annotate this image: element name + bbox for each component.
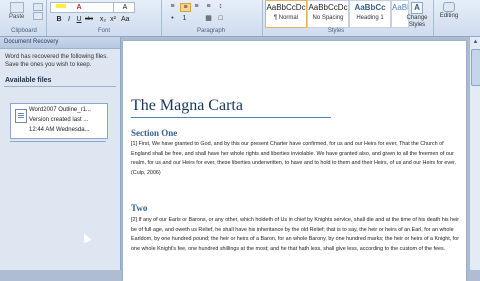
- section-heading: Section One: [131, 128, 178, 138]
- file-version: Version created last ...: [29, 117, 89, 123]
- group-label-paragraph: Paragraph: [196, 28, 226, 34]
- section-paragraph: [2] If any of our Earls or Barons, or an…: [131, 217, 460, 252]
- bullets-button[interactable]: •: [168, 15, 177, 23]
- style-sample: AaBbCcDc: [266, 3, 306, 12]
- strikethrough-button[interactable]: abc: [84, 15, 94, 24]
- align-left-button[interactable]: ≡: [168, 3, 177, 11]
- style-heading-1[interactable]: AaBbCc Heading 1: [349, 0, 391, 28]
- document-page[interactable]: The Magna Carta Section One [1] First, W…: [123, 41, 466, 281]
- mouse-pointer-icon: [80, 231, 92, 244]
- italic-button[interactable]: I: [64, 15, 74, 24]
- pane-title: Document Recovery: [0, 37, 120, 49]
- align-center-button[interactable]: ≡: [180, 3, 191, 12]
- group-separator: [161, 0, 162, 36]
- style-normal[interactable]: AaBbCcDc ¶ Normal: [265, 0, 307, 28]
- recovered-file-item[interactable]: Word2007 Outline_r1... Version created l…: [10, 103, 108, 139]
- font-color-button[interactable]: A: [74, 3, 84, 12]
- change-styles-label: Change Styles: [406, 15, 428, 28]
- line-spacing-button[interactable]: ↕: [216, 3, 225, 11]
- editing-label: Editing: [439, 13, 459, 19]
- cut-icon[interactable]: [33, 3, 43, 11]
- borders-button[interactable]: □: [216, 15, 225, 23]
- bold-button[interactable]: B: [54, 15, 64, 24]
- change-styles-icon: A: [411, 2, 423, 14]
- document-icon: [15, 109, 27, 123]
- recovery-message: Word has recovered the following files. …: [5, 54, 108, 68]
- change-styles-button[interactable]: A Change Styles: [404, 0, 430, 29]
- scroll-thumb[interactable]: [471, 49, 480, 86]
- document-area: The Magna Carta Section One [1] First, W…: [121, 37, 469, 281]
- shading-button[interactable]: ▦: [204, 15, 213, 23]
- group-label-font: Font: [97, 28, 110, 34]
- group-label-clipboard: Clipboard: [11, 28, 37, 34]
- available-files-label: Available files: [5, 77, 52, 84]
- section-paragraph: [1] First, We have granted to God, and b…: [131, 141, 457, 176]
- title-underline: [131, 117, 331, 118]
- style-no-spacing[interactable]: AaBbCcDc No Spacing: [307, 0, 349, 28]
- binoculars-icon: [443, 2, 455, 12]
- editing-button[interactable]: Editing: [436, 0, 462, 19]
- vertical-scrollbar[interactable]: ▲: [469, 37, 480, 270]
- group-separator: [262, 0, 263, 36]
- change-case-button[interactable]: Aa: [120, 15, 131, 24]
- group-label-styles: Styles: [327, 28, 345, 34]
- divider: [4, 86, 116, 87]
- align-right-button[interactable]: ≡: [192, 3, 201, 11]
- style-name: ¶ Normal: [273, 15, 299, 21]
- numbering-button[interactable]: 1: [180, 15, 189, 23]
- style-name: No Spacing: [312, 15, 344, 21]
- justify-button[interactable]: ≡: [204, 3, 213, 11]
- group-separator: [433, 0, 434, 36]
- group-separator: [46, 0, 47, 36]
- file-timestamp: 12:44 AM Wednesda...: [29, 127, 90, 133]
- underline-button[interactable]: U: [74, 15, 84, 24]
- style-sample: AaBbCc: [354, 3, 386, 12]
- highlight-button[interactable]: [56, 4, 66, 8]
- paste-icon[interactable]: [10, 2, 24, 13]
- document-title: The Magna Carta: [131, 97, 243, 114]
- grow-font-button[interactable]: A: [120, 3, 130, 12]
- superscript-button[interactable]: x²: [108, 15, 118, 24]
- document-recovery-pane: Document Recovery Word has recovered the…: [0, 37, 121, 270]
- ribbon: Paste Clipboard B I U abc x₂ x² Aa A A F…: [0, 0, 480, 37]
- divider: [10, 141, 106, 142]
- file-name: Word2007 Outline_r1...: [29, 107, 91, 113]
- paste-button[interactable]: Paste: [9, 14, 24, 20]
- style-name: Heading 1: [356, 15, 384, 21]
- subscript-button[interactable]: x₂: [98, 15, 108, 24]
- scroll-up-icon[interactable]: ▲: [471, 38, 480, 47]
- copy-icon[interactable]: [33, 12, 43, 20]
- style-sample: AaBbCcDc: [308, 3, 348, 12]
- section-heading: Two: [131, 203, 148, 213]
